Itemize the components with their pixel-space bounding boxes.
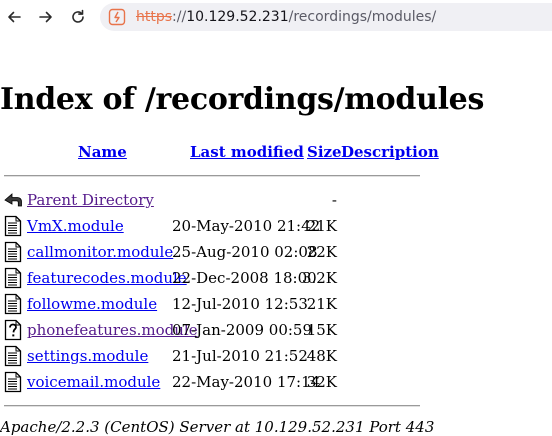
parent-directory-link[interactable]: Parent Directory [27,191,154,209]
file-link[interactable]: voicemail.module [27,373,160,391]
unknown-file-icon[interactable] [3,319,23,341]
size-value: 15K [306,321,337,339]
last-modified-value: 25-Aug-2010 02:08 [172,243,318,261]
url-separator: :// [172,9,187,25]
file-link[interactable]: followme.module [27,295,157,313]
size-value: 21K [306,217,337,235]
sort-by-name-link[interactable]: Name [78,143,127,161]
reload-button[interactable] [66,5,90,29]
file-link[interactable]: VmX.module [27,217,124,235]
size-value: 3.2K [301,269,337,287]
text-file-icon[interactable] [3,345,23,367]
file-row: VmX.module 20-May-2010 21:42 21K [0,215,552,237]
file-row: featurecodes.module 22-Dec-2008 18:00 3.2K [0,267,552,289]
last-modified-value: 22-May-2010 17:14 [172,373,321,391]
arrow-left-icon [8,11,21,23]
text-file-icon[interactable] [3,215,23,237]
address-bar[interactable]: https://10.129.52.231/recordings/modules… [100,3,552,31]
sort-by-last-modified-link[interactable]: Last modified [190,143,304,161]
size-value: 21K [306,295,337,313]
sort-by-description-link[interactable]: Description [341,143,439,161]
file-link[interactable]: callmonitor.module [27,243,173,261]
footer-divider [4,405,420,407]
last-modified-value: 12-Jul-2010 12:53 [172,295,308,313]
text-file-icon[interactable] [3,293,23,315]
file-row: followme.module 12-Jul-2010 12:53 21K [0,293,552,315]
reload-icon [72,9,84,23]
page-title: Index of /recordings/modules [0,82,485,117]
server-signature: Apache/2.2.3 (CentOS) Server at 10.129.5… [0,418,435,436]
last-modified-value: 07-Jan-2009 00:59 [172,321,313,339]
text-file-icon[interactable] [3,241,23,263]
url-path: /recordings/modules/ [288,9,437,25]
file-row: callmonitor.module 25-Aug-2010 02:08 22K [0,241,552,263]
last-modified-value: 22-Dec-2008 18:00 [172,269,317,287]
size-value: 32K [306,373,337,391]
url-host: 10.129.52.231 [186,9,289,25]
file-link[interactable]: settings.module [27,347,148,365]
size-value: - [331,191,337,209]
last-modified-value: 21-Jul-2010 21:52 [172,347,308,365]
url-scheme: https [136,9,173,25]
size-value: 48K [306,347,337,365]
file-row: settings.module 21-Jul-2010 21:52 48K [0,345,552,367]
back-button[interactable] [2,5,26,29]
parent-directory-row: Parent Directory - [0,189,552,211]
forward-button[interactable] [34,5,58,29]
text-file-icon[interactable] [3,267,23,289]
insecure-lock-icon[interactable] [108,8,126,26]
file-link[interactable]: featurecodes.module [27,269,187,287]
file-row: phonefeatures.module 07-Jan-2009 00:59 15K [0,319,552,341]
size-value: 22K [306,243,337,261]
file-row: voicemail.module 22-May-2010 17:14 32K [0,371,552,393]
browser-toolbar: https://10.129.52.231/recordings/modules… [0,0,552,34]
arrow-right-icon [39,11,52,23]
back-icon[interactable] [3,189,23,211]
sort-by-size-link[interactable]: Size [307,143,342,161]
text-file-icon[interactable] [3,371,23,393]
header-divider [4,175,420,177]
last-modified-value: 20-May-2010 21:42 [172,217,321,235]
